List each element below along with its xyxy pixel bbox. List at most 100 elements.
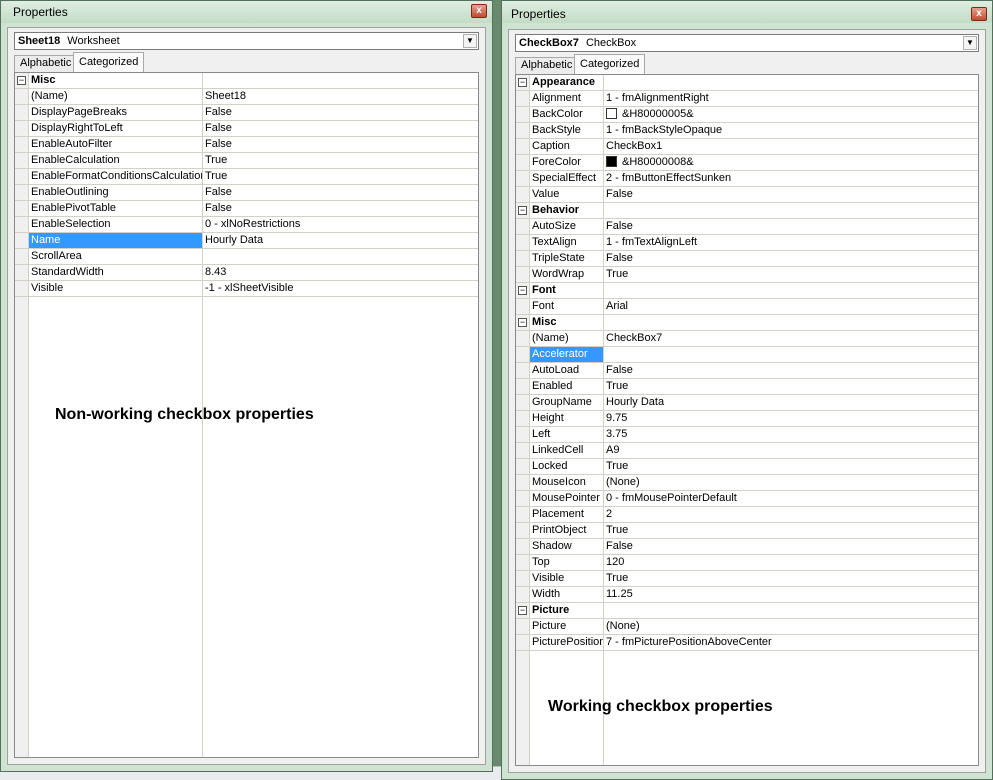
property-value[interactable]: Hourly Data: [604, 395, 978, 410]
property-value[interactable]: False: [604, 219, 978, 234]
property-row[interactable]: Left 3.75: [516, 427, 978, 443]
property-name[interactable]: TripleState: [530, 251, 603, 266]
property-value[interactable]: 3.75: [604, 427, 978, 442]
property-value[interactable]: 9.75: [604, 411, 978, 426]
property-row[interactable]: EnableSelection 0 - xlNoRestrictions: [15, 217, 478, 233]
property-row[interactable]: Visible -1 - xlSheetVisible: [15, 281, 478, 297]
property-name[interactable]: Width: [530, 587, 603, 602]
property-row[interactable]: Alignment 1 - fmAlignmentRight: [516, 91, 978, 107]
property-name[interactable]: PicturePosition: [530, 635, 603, 650]
property-value[interactable]: True: [203, 153, 478, 168]
property-name[interactable]: EnableOutlining: [29, 185, 202, 200]
property-row[interactable]: PrintObject True: [516, 523, 978, 539]
property-row[interactable]: Value False: [516, 187, 978, 203]
category-row[interactable]: − Appearance: [516, 75, 978, 91]
category-row[interactable]: − Font: [516, 283, 978, 299]
titlebar[interactable]: Properties x: [1, 1, 492, 23]
property-row[interactable]: MousePointer 0 - fmMousePointerDefault: [516, 491, 978, 507]
property-row[interactable]: Top 120: [516, 555, 978, 571]
property-name[interactable]: Font: [530, 299, 603, 314]
property-row[interactable]: EnableAutoFilter False: [15, 137, 478, 153]
property-row[interactable]: Name Hourly Data: [15, 233, 478, 249]
property-row[interactable]: AutoSize False: [516, 219, 978, 235]
property-value[interactable]: [604, 347, 978, 362]
property-value[interactable]: (None): [604, 619, 978, 634]
property-value[interactable]: &H80000008&: [604, 155, 978, 170]
property-row[interactable]: Font Arial: [516, 299, 978, 315]
property-value[interactable]: A9: [604, 443, 978, 458]
property-value[interactable]: False: [203, 137, 478, 152]
property-name[interactable]: TextAlign: [530, 235, 603, 250]
property-value[interactable]: 2: [604, 507, 978, 522]
property-row[interactable]: Caption CheckBox1: [516, 139, 978, 155]
property-row[interactable]: DisplayPageBreaks False: [15, 105, 478, 121]
close-icon[interactable]: x: [971, 7, 987, 21]
property-name[interactable]: Enabled: [530, 379, 603, 394]
property-name[interactable]: Accelerator: [530, 347, 603, 362]
property-name[interactable]: MousePointer: [530, 491, 603, 506]
property-row[interactable]: ScrollArea: [15, 249, 478, 265]
minus-box-icon[interactable]: −: [518, 78, 527, 87]
chevron-down-icon[interactable]: ▼: [463, 34, 477, 48]
property-value[interactable]: False: [203, 105, 478, 120]
property-name[interactable]: AutoSize: [530, 219, 603, 234]
property-name[interactable]: ForeColor: [530, 155, 603, 170]
property-row[interactable]: SpecialEffect 2 - fmButtonEffectSunken: [516, 171, 978, 187]
property-name[interactable]: EnableAutoFilter: [29, 137, 202, 152]
property-value[interactable]: 8.43: [203, 265, 478, 280]
property-name[interactable]: Placement: [530, 507, 603, 522]
minus-box-icon[interactable]: −: [518, 318, 527, 327]
property-name[interactable]: EnableFormatConditionsCalculation: [29, 169, 202, 184]
property-row[interactable]: TextAlign 1 - fmTextAlignLeft: [516, 235, 978, 251]
property-row[interactable]: Locked True: [516, 459, 978, 475]
property-name[interactable]: (Name): [530, 331, 603, 346]
property-row[interactable]: EnableFormatConditionsCalculation True: [15, 169, 478, 185]
property-value[interactable]: 0 - xlNoRestrictions: [203, 217, 478, 232]
category-row[interactable]: − Picture: [516, 603, 978, 619]
property-row[interactable]: WordWrap True: [516, 267, 978, 283]
property-value[interactable]: True: [604, 379, 978, 394]
chevron-down-icon[interactable]: ▼: [963, 36, 977, 50]
property-name[interactable]: BackColor: [530, 107, 603, 122]
property-name[interactable]: Alignment: [530, 91, 603, 106]
property-row[interactable]: BackColor &H80000005&: [516, 107, 978, 123]
property-value[interactable]: Hourly Data: [203, 233, 478, 248]
property-name[interactable]: StandardWidth: [29, 265, 202, 280]
property-row[interactable]: Placement 2: [516, 507, 978, 523]
property-value[interactable]: 2 - fmButtonEffectSunken: [604, 171, 978, 186]
property-row[interactable]: EnableCalculation True: [15, 153, 478, 169]
close-icon[interactable]: x: [471, 4, 487, 18]
property-value[interactable]: 120: [604, 555, 978, 570]
property-name[interactable]: SpecialEffect: [530, 171, 603, 186]
property-row[interactable]: Accelerator: [516, 347, 978, 363]
property-name[interactable]: EnableCalculation: [29, 153, 202, 168]
property-name[interactable]: (Name): [29, 89, 202, 104]
property-row[interactable]: Shadow False: [516, 539, 978, 555]
minus-box-icon[interactable]: −: [518, 286, 527, 295]
property-row[interactable]: GroupName Hourly Data: [516, 395, 978, 411]
property-name[interactable]: WordWrap: [530, 267, 603, 282]
property-value[interactable]: 11.25: [604, 587, 978, 602]
minus-box-icon[interactable]: −: [518, 206, 527, 215]
property-row[interactable]: ForeColor &H80000008&: [516, 155, 978, 171]
property-name[interactable]: Top: [530, 555, 603, 570]
minus-box-icon[interactable]: −: [518, 606, 527, 615]
property-row[interactable]: MouseIcon (None): [516, 475, 978, 491]
property-row[interactable]: BackStyle 1 - fmBackStyleOpaque: [516, 123, 978, 139]
property-name[interactable]: AutoLoad: [530, 363, 603, 378]
property-row[interactable]: EnablePivotTable False: [15, 201, 478, 217]
property-value[interactable]: 1 - fmBackStyleOpaque: [604, 123, 978, 138]
property-value[interactable]: True: [203, 169, 478, 184]
property-value[interactable]: False: [203, 185, 478, 200]
minus-box-icon[interactable]: −: [17, 76, 26, 85]
property-row[interactable]: Height 9.75: [516, 411, 978, 427]
property-value[interactable]: False: [604, 187, 978, 202]
tab-alphabetic[interactable]: Alphabetic: [14, 55, 78, 72]
property-name[interactable]: Visible: [29, 281, 202, 296]
property-name[interactable]: DisplayRightToLeft: [29, 121, 202, 136]
property-value[interactable]: 0 - fmMousePointerDefault: [604, 491, 978, 506]
property-row[interactable]: Visible True: [516, 571, 978, 587]
property-name[interactable]: Shadow: [530, 539, 603, 554]
property-name[interactable]: Visible: [530, 571, 603, 586]
property-value[interactable]: True: [604, 267, 978, 282]
